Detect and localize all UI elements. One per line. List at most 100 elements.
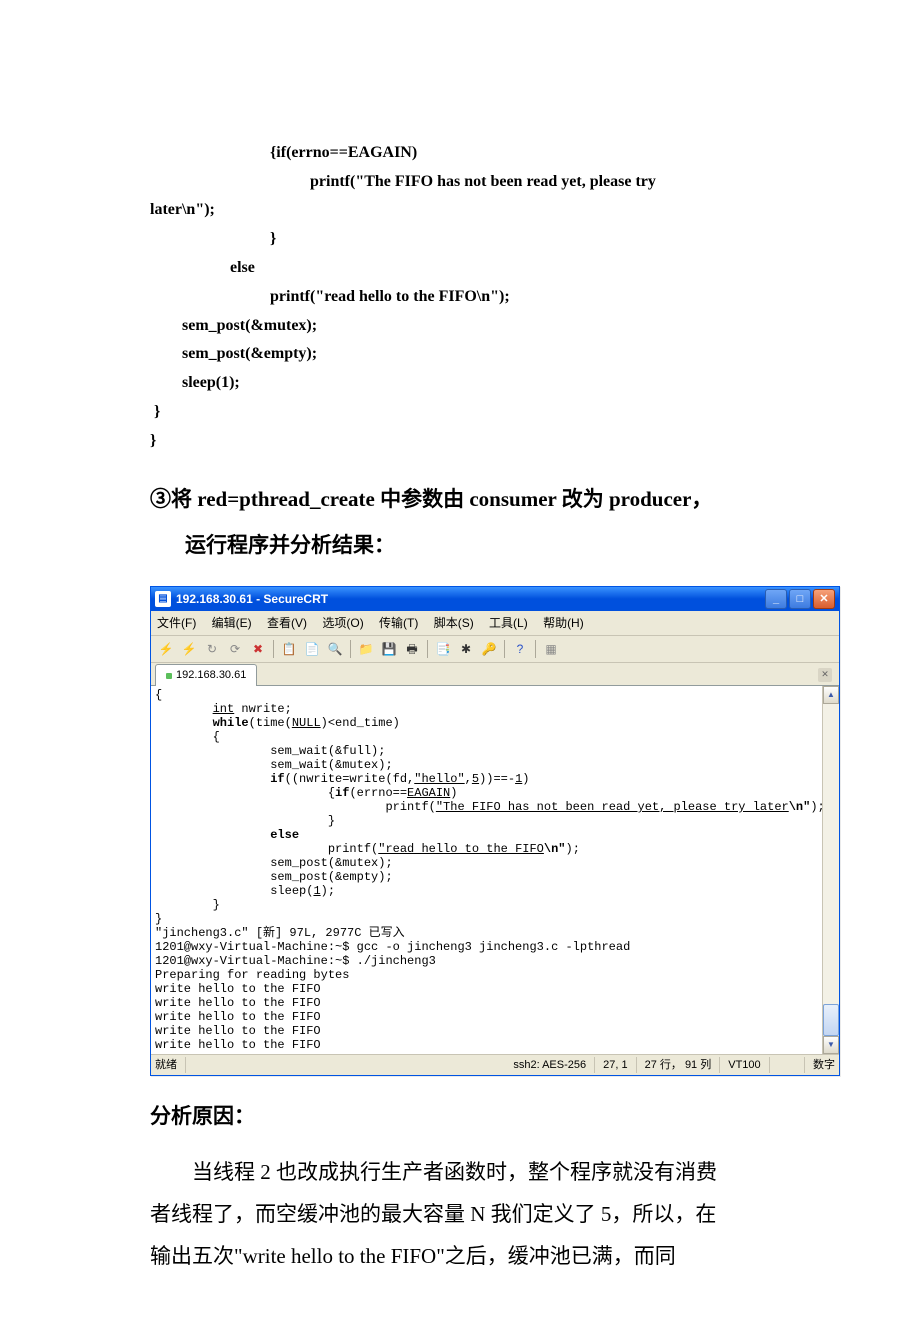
- statusbar: 就绪 ssh2: AES-256 27, 1 27 行， 91 列 VT100 …: [151, 1054, 839, 1076]
- menu-transfer[interactable]: 传输(T): [379, 616, 418, 630]
- scroll-down-button[interactable]: ▼: [823, 1036, 839, 1054]
- folder-icon[interactable]: 📁: [356, 639, 376, 659]
- properties-icon[interactable]: 📑: [433, 639, 453, 659]
- key-icon[interactable]: 🔑: [479, 639, 499, 659]
- tab-label: 192.168.30.61: [176, 669, 246, 681]
- code-line: }: [150, 230, 276, 247]
- code-line: later\n");: [150, 201, 215, 218]
- instr-code: producer: [609, 487, 691, 511]
- t: if: [335, 786, 349, 800]
- menubar: 文件(F) 编辑(E) 查看(V) 选项(O) 传输(T) 脚本(S) 工具(L…: [151, 611, 839, 636]
- titlebar[interactable]: ▤ 192.168.30.61 - SecureCRT _ □ ✕: [151, 587, 839, 611]
- save-icon[interactable]: 💾: [379, 639, 399, 659]
- t: \n": [544, 842, 566, 856]
- status-term: VT100: [728, 1057, 769, 1074]
- toolbar-separator: [535, 640, 536, 658]
- copy-icon[interactable]: 📋: [279, 639, 299, 659]
- instr-text: ，: [691, 487, 712, 511]
- scrollbar[interactable]: ▲ ▼: [822, 686, 839, 1054]
- t: {: [155, 786, 335, 800]
- term-line: write hello to the FIFO: [155, 1024, 321, 1038]
- t: [155, 716, 213, 730]
- paste-icon[interactable]: 📄: [302, 639, 322, 659]
- instr-text: 将: [171, 487, 197, 511]
- toolbar-separator: [273, 640, 274, 658]
- t: else: [270, 828, 299, 842]
- t: EAGAIN: [407, 786, 450, 800]
- status-proto: ssh2: AES-256: [513, 1057, 595, 1074]
- code-line: }: [150, 432, 156, 449]
- t: );: [321, 884, 335, 898]
- menu-script[interactable]: 脚本(S): [434, 616, 474, 630]
- instr-line2: 运行程序并分析结果：: [150, 533, 395, 557]
- scroll-up-button[interactable]: ▲: [823, 686, 839, 704]
- t: NULL: [292, 716, 321, 730]
- menu-options[interactable]: 选项(O): [322, 616, 363, 630]
- find-icon[interactable]: 🔍: [325, 639, 345, 659]
- para-text: 者线程了，而空缓冲池的最大容量 N 我们定义了 5，所以，在: [150, 1202, 716, 1226]
- term-line: "jincheng3.c" [新] 97L, 2977C 已写入: [155, 926, 405, 940]
- window-title: 192.168.30.61 - SecureCRT: [176, 590, 765, 608]
- t: 1: [313, 884, 320, 898]
- minimize-button[interactable]: _: [765, 589, 787, 609]
- term-line: 1201@wxy-Virtual-Machine:~$ gcc -o jinch…: [155, 940, 630, 954]
- scroll-track[interactable]: [823, 704, 839, 1036]
- t: (errno==: [349, 786, 407, 800]
- term-line: sem_wait(&mutex);: [155, 758, 393, 772]
- t: ): [810, 800, 817, 814]
- connect-icon[interactable]: ⚡: [156, 639, 176, 659]
- menu-file[interactable]: 文件(F): [157, 616, 196, 630]
- term-line: }: [155, 898, 220, 912]
- status-num: 数字: [813, 1057, 835, 1074]
- print-icon[interactable]: 🖶: [402, 639, 422, 659]
- settings-icon[interactable]: ✱: [456, 639, 476, 659]
- code-line: {if(errno==EAGAIN): [150, 144, 417, 161]
- code-line: }: [150, 403, 160, 420]
- code-line: printf("The FIFO has not been read yet, …: [150, 173, 656, 190]
- term-line: 1201@wxy-Virtual-Machine:~$ ./jincheng3: [155, 954, 436, 968]
- t: [155, 772, 270, 786]
- session-tab[interactable]: 192.168.30.61: [155, 664, 257, 686]
- reconnect-icon[interactable]: ↻: [202, 639, 222, 659]
- instruction-text: ③将 red=pthread_create 中参数由 consumer 改为 p…: [150, 476, 770, 568]
- term-line: write hello to the FIFO: [155, 982, 321, 996]
- help-icon[interactable]: ?: [510, 639, 530, 659]
- t: sleep(: [155, 884, 313, 898]
- t: [155, 702, 213, 716]
- menu-view[interactable]: 查看(V): [267, 616, 307, 630]
- maximize-button[interactable]: □: [789, 589, 811, 609]
- term-line: sem_wait(&full);: [155, 744, 385, 758]
- t: printf(: [155, 842, 378, 856]
- menu-tools[interactable]: 工具(L): [489, 616, 528, 630]
- t: "The FIFO has not been read yet, please …: [436, 800, 789, 814]
- t: [155, 828, 270, 842]
- term-line: write hello to the FIFO: [155, 1010, 321, 1024]
- circled-number: ③: [150, 487, 171, 511]
- status-pos: 27, 1: [603, 1057, 636, 1074]
- terminal-output[interactable]: { int nwrite; while(time(NULL)<end_time)…: [151, 686, 822, 1054]
- code-line: else: [150, 259, 255, 276]
- t: (time(: [249, 716, 292, 730]
- disconnect-icon[interactable]: ⟳: [225, 639, 245, 659]
- stop-icon[interactable]: ✖: [248, 639, 268, 659]
- t: "hello": [414, 772, 464, 786]
- term-line: }: [155, 912, 162, 926]
- quick-connect-icon[interactable]: ⚡: [179, 639, 199, 659]
- tab-close-button[interactable]: ✕: [818, 668, 832, 682]
- close-button[interactable]: ✕: [813, 589, 835, 609]
- t: ))==-: [479, 772, 515, 786]
- t: int: [213, 702, 235, 716]
- instr-text: 改为: [562, 487, 609, 511]
- term-line: Preparing for reading bytes: [155, 968, 349, 982]
- analysis-paragraph: 当线程 2 也改成执行生产者函数时，整个程序就没有消费 者线程了，而空缓冲池的最…: [150, 1151, 770, 1277]
- scroll-thumb[interactable]: [823, 1004, 839, 1036]
- term-line: {: [155, 688, 162, 702]
- instr-code: red=pthread_create: [197, 487, 380, 511]
- para-text: 输出五次": [150, 1244, 243, 1268]
- screen-icon[interactable]: ▦: [541, 639, 561, 659]
- code-line: sem_post(&empty);: [150, 345, 317, 362]
- app-icon: ▤: [155, 591, 171, 607]
- term-line: sem_post(&mutex);: [155, 856, 393, 870]
- menu-help[interactable]: 帮助(H): [543, 616, 584, 630]
- menu-edit[interactable]: 编辑(E): [212, 616, 252, 630]
